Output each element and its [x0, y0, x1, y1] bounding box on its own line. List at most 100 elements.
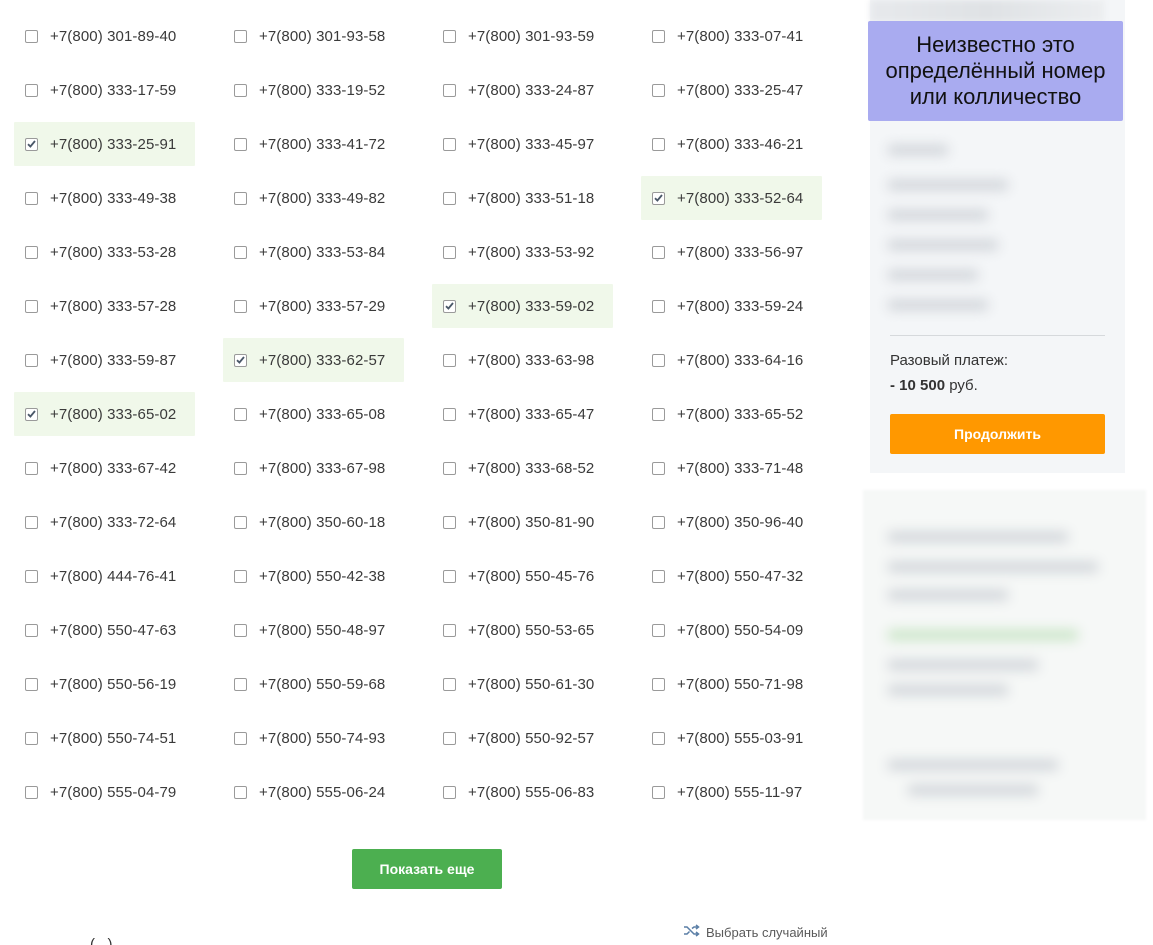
- phone-number-option[interactable]: +7(800) 555-11-97: [641, 770, 822, 814]
- phone-number-option[interactable]: +7(800) 333-25-91: [14, 122, 195, 166]
- phone-number-option[interactable]: +7(800) 555-06-24: [223, 770, 404, 814]
- phone-number-option[interactable]: +7(800) 333-53-92: [432, 230, 613, 274]
- checkbox-icon[interactable]: [652, 137, 665, 151]
- show-more-button[interactable]: Показать еще: [352, 849, 502, 889]
- checkbox-icon[interactable]: [443, 407, 456, 421]
- checkbox-icon[interactable]: [234, 353, 247, 367]
- phone-number-option[interactable]: +7(800) 301-93-59: [432, 14, 613, 58]
- checkbox-icon[interactable]: [234, 515, 247, 529]
- checkbox-icon[interactable]: [25, 83, 38, 97]
- phone-number-option[interactable]: +7(800) 333-62-57: [223, 338, 404, 382]
- checkbox-icon[interactable]: [652, 785, 665, 799]
- checkbox-icon[interactable]: [234, 245, 247, 259]
- phone-number-option[interactable]: +7(800) 333-67-42: [14, 446, 195, 490]
- checkbox-icon[interactable]: [25, 191, 38, 205]
- checkbox-icon[interactable]: [234, 785, 247, 799]
- checkbox-icon[interactable]: [652, 29, 665, 43]
- checkbox-icon[interactable]: [234, 623, 247, 637]
- phone-number-option[interactable]: +7(800) 333-59-24: [641, 284, 822, 328]
- continue-button[interactable]: Продолжить: [890, 414, 1105, 454]
- phone-number-option[interactable]: +7(800) 350-96-40: [641, 500, 822, 544]
- checkbox-icon[interactable]: [652, 83, 665, 97]
- checkbox-icon[interactable]: [652, 191, 665, 205]
- phone-number-option[interactable]: +7(800) 550-54-09: [641, 608, 822, 652]
- phone-number-option[interactable]: +7(800) 333-46-21: [641, 122, 822, 166]
- checkbox-icon[interactable]: [652, 245, 665, 259]
- phone-number-option[interactable]: +7(800) 444-76-41: [14, 554, 195, 598]
- phone-number-option[interactable]: +7(800) 333-65-52: [641, 392, 822, 436]
- checkbox-icon[interactable]: [25, 569, 38, 583]
- phone-number-option[interactable]: +7(800) 350-81-90: [432, 500, 613, 544]
- phone-number-option[interactable]: +7(800) 550-47-32: [641, 554, 822, 598]
- checkbox-icon[interactable]: [25, 623, 38, 637]
- checkbox-icon[interactable]: [652, 677, 665, 691]
- phone-number-option[interactable]: +7(800) 333-25-47: [641, 68, 822, 112]
- checkbox-icon[interactable]: [443, 677, 456, 691]
- checkbox-icon[interactable]: [25, 245, 38, 259]
- phone-number-option[interactable]: +7(800) 550-71-98: [641, 662, 822, 706]
- phone-number-option[interactable]: +7(800) 333-17-59: [14, 68, 195, 112]
- checkbox-icon[interactable]: [234, 29, 247, 43]
- phone-number-option[interactable]: +7(800) 333-53-84: [223, 230, 404, 274]
- checkbox-icon[interactable]: [652, 299, 665, 313]
- phone-number-option[interactable]: +7(800) 555-06-83: [432, 770, 613, 814]
- phone-number-option[interactable]: +7(800) 301-89-40: [14, 14, 195, 58]
- phone-number-option[interactable]: +7(800) 550-92-57: [432, 716, 613, 760]
- phone-number-option[interactable]: +7(800) 550-47-63: [14, 608, 195, 652]
- checkbox-icon[interactable]: [652, 461, 665, 475]
- phone-number-option[interactable]: +7(800) 333-59-02: [432, 284, 613, 328]
- checkbox-icon[interactable]: [234, 83, 247, 97]
- checkbox-icon[interactable]: [25, 353, 38, 367]
- checkbox-icon[interactable]: [443, 83, 456, 97]
- checkbox-icon[interactable]: [443, 515, 456, 529]
- checkbox-icon[interactable]: [443, 353, 456, 367]
- phone-number-option[interactable]: +7(800) 555-03-91: [641, 716, 822, 760]
- phone-number-option[interactable]: +7(800) 333-49-38: [14, 176, 195, 220]
- checkbox-icon[interactable]: [25, 461, 38, 475]
- checkbox-icon[interactable]: [652, 731, 665, 745]
- checkbox-icon[interactable]: [234, 569, 247, 583]
- phone-number-option[interactable]: +7(800) 333-56-97: [641, 230, 822, 274]
- checkbox-icon[interactable]: [25, 731, 38, 745]
- checkbox-icon[interactable]: [443, 245, 456, 259]
- phone-number-option[interactable]: +7(800) 333-65-02: [14, 392, 195, 436]
- phone-number-option[interactable]: +7(800) 333-65-47: [432, 392, 613, 436]
- phone-number-option[interactable]: +7(800) 333-72-64: [14, 500, 195, 544]
- phone-number-option[interactable]: +7(800) 333-57-28: [14, 284, 195, 328]
- checkbox-icon[interactable]: [25, 515, 38, 529]
- checkbox-icon[interactable]: [652, 515, 665, 529]
- phone-number-option[interactable]: +7(800) 333-64-16: [641, 338, 822, 382]
- phone-number-option[interactable]: +7(800) 550-74-51: [14, 716, 195, 760]
- checkbox-icon[interactable]: [234, 677, 247, 691]
- phone-number-option[interactable]: +7(800) 333-53-28: [14, 230, 195, 274]
- phone-number-option[interactable]: +7(800) 550-48-97: [223, 608, 404, 652]
- checkbox-icon[interactable]: [652, 623, 665, 637]
- phone-number-option[interactable]: +7(800) 333-57-29: [223, 284, 404, 328]
- phone-number-option[interactable]: +7(800) 350-60-18: [223, 500, 404, 544]
- phone-number-option[interactable]: +7(800) 333-63-98: [432, 338, 613, 382]
- checkbox-icon[interactable]: [25, 137, 38, 151]
- phone-number-option[interactable]: +7(800) 333-52-64: [641, 176, 822, 220]
- phone-number-option[interactable]: +7(800) 333-67-98: [223, 446, 404, 490]
- phone-number-option[interactable]: +7(800) 301-93-58: [223, 14, 404, 58]
- checkbox-icon[interactable]: [25, 785, 38, 799]
- phone-number-option[interactable]: +7(800) 550-59-68: [223, 662, 404, 706]
- checkbox-icon[interactable]: [443, 29, 456, 43]
- checkbox-icon[interactable]: [443, 461, 456, 475]
- phone-number-option[interactable]: +7(800) 555-04-79: [14, 770, 195, 814]
- phone-number-option[interactable]: +7(800) 550-74-93: [223, 716, 404, 760]
- checkbox-icon[interactable]: [234, 299, 247, 313]
- phone-number-option[interactable]: +7(800) 333-65-08: [223, 392, 404, 436]
- checkbox-icon[interactable]: [443, 569, 456, 583]
- phone-number-option[interactable]: +7(800) 333-59-87: [14, 338, 195, 382]
- phone-number-option[interactable]: +7(800) 333-71-48: [641, 446, 822, 490]
- checkbox-icon[interactable]: [234, 191, 247, 205]
- checkbox-icon[interactable]: [234, 407, 247, 421]
- random-number-link[interactable]: Выбрать случайный: [683, 922, 828, 942]
- checkbox-icon[interactable]: [234, 137, 247, 151]
- checkbox-icon[interactable]: [443, 785, 456, 799]
- phone-number-option[interactable]: +7(800) 550-61-30: [432, 662, 613, 706]
- checkbox-icon[interactable]: [652, 407, 665, 421]
- phone-number-option[interactable]: +7(800) 333-41-72: [223, 122, 404, 166]
- checkbox-icon[interactable]: [443, 137, 456, 151]
